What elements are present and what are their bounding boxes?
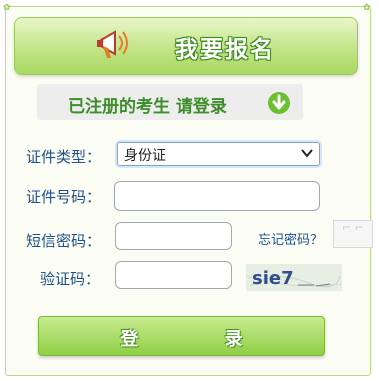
overlay-fragment: ⌐ ⌐: [333, 220, 373, 248]
page-title: 我要报名: [175, 37, 275, 63]
captcha-text: sie7: [252, 268, 294, 289]
header-banner: 我要报名: [14, 17, 358, 75]
id-number-input[interactable]: [114, 181, 320, 211]
corner-decoration-icon: ✿: [363, 3, 371, 13]
arrow-down-icon[interactable]: [267, 91, 291, 115]
password-label: 短信密码：: [26, 232, 102, 250]
login-button-label: 登 录: [120, 329, 283, 350]
login-prompt-text: 已注册的考生 请登录: [68, 97, 227, 117]
captcha-label: 验证码：: [40, 270, 101, 288]
captcha-input[interactable]: [115, 261, 232, 289]
corner-decoration-icon: ✿: [3, 3, 11, 13]
sms-password-input[interactable]: [115, 222, 232, 250]
chevron-down-icon: [301, 149, 313, 158]
captcha-noise: sie7: [246, 268, 342, 289]
id-type-select[interactable]: 身份证: [117, 142, 320, 166]
login-button[interactable]: 登 录: [38, 316, 325, 356]
captcha-image[interactable]: sie7: [246, 264, 342, 291]
id-type-label: 证件类型：: [26, 148, 102, 166]
id-type-selected-value: 身份证: [124, 148, 166, 164]
forgot-password-link[interactable]: 忘记密码？: [258, 229, 323, 248]
id-number-label: 证件号码：: [26, 188, 102, 206]
megaphone-icon: [97, 30, 128, 58]
